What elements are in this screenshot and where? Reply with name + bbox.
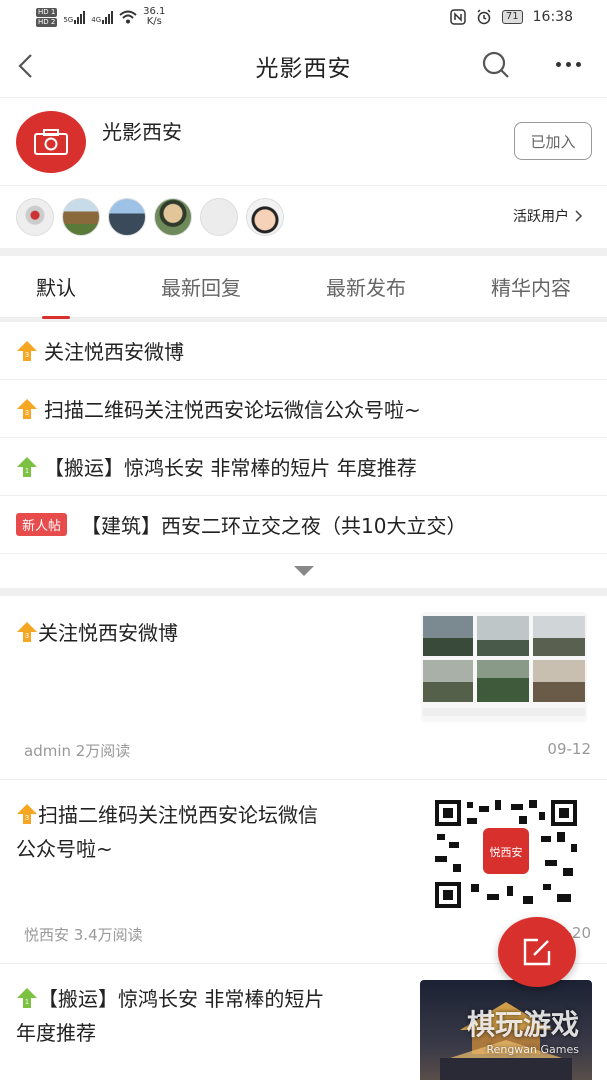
feed-title-line2: 年度推荐 xyxy=(16,1021,96,1045)
svg-text:悦西安: 悦西安 xyxy=(490,845,523,859)
avatar[interactable] xyxy=(246,198,284,236)
avatar[interactable] xyxy=(16,198,54,236)
pinned-title: 【建筑】西安二环立交之夜（共10大立交） xyxy=(81,514,467,538)
active-users-row[interactable]: 活跃用户 xyxy=(0,186,607,248)
sig1-label: 5G xyxy=(63,15,74,24)
watermark-main: 棋玩游戏 xyxy=(466,1008,579,1041)
feed-date: 09-12 xyxy=(547,740,591,758)
pinned-item[interactable]: 1 【搬运】惊鸿长安 非常棒的短片 年度推荐 xyxy=(0,438,607,496)
feed-title: 3 关注悦西安微博 xyxy=(16,616,406,650)
top-pin-icon: 3 xyxy=(17,340,37,361)
avatar[interactable] xyxy=(154,198,192,236)
camera-icon xyxy=(34,128,68,155)
avatar[interactable] xyxy=(108,198,146,236)
divider xyxy=(0,588,607,596)
group-name: 光影西安 xyxy=(102,120,182,144)
speed-unit: K/s xyxy=(146,16,162,27)
watermark-sub: Rengwan Games xyxy=(486,1043,579,1056)
feed-title-line1: 【搬运】惊鸿长安 非常棒的短片 xyxy=(38,987,325,1011)
feed-item[interactable]: 3 关注悦西安微博 admin 2万阅读 09-12 xyxy=(0,596,607,780)
svg-text:3: 3 xyxy=(25,410,29,417)
thumbnail-image[interactable] xyxy=(421,612,587,722)
feed-meta: admin 2万阅读 xyxy=(24,742,131,760)
sig2-label: 4G xyxy=(91,15,102,24)
watermark: 棋玩游戏 Rengwan Games xyxy=(467,1003,579,1056)
wifi-icon xyxy=(119,10,137,24)
hd1-label: HD 1 xyxy=(36,7,58,17)
qr-code-image[interactable]: 悦西安 xyxy=(431,798,581,910)
feed-title: 3 扫描二维码关注悦西安论坛微信 公众号啦~ xyxy=(16,798,406,866)
pinned-list: 3 关注悦西安微博 3 扫描二维码关注悦西安论坛微信公众号啦~ 1 【搬运】惊鸿… xyxy=(0,322,607,588)
pinned-item[interactable]: 3 关注悦西安微博 xyxy=(0,322,607,380)
pinned-title: 【搬运】惊鸿长安 非常棒的短片 年度推荐 xyxy=(44,456,417,480)
tab-bar: 默认 最新回复 最新发布 精华内容 xyxy=(0,256,607,319)
network-speed: 36.1 K/s xyxy=(143,7,165,27)
tab-default[interactable]: 默认 xyxy=(36,272,76,319)
group-info: 光影西安 已加入 xyxy=(0,98,607,186)
hd2-label: HD 2 xyxy=(36,17,58,27)
svg-text:3: 3 xyxy=(25,633,29,640)
new-post-badge: 新人帖 xyxy=(16,513,68,536)
feed-title: 1 【搬运】惊鸿长安 非常棒的短片 年度推荐 xyxy=(16,982,406,1050)
avatar[interactable] xyxy=(200,198,238,236)
top-pin-icon: 1 xyxy=(17,988,37,1008)
chevron-down-icon xyxy=(293,566,314,576)
joined-button[interactable]: 已加入 xyxy=(514,122,592,160)
battery-icon: 71 xyxy=(501,10,523,24)
tab-latest-reply[interactable]: 最新回复 xyxy=(161,272,241,301)
search-icon[interactable] xyxy=(481,50,511,80)
more-options-icon[interactable] xyxy=(556,62,581,67)
top-pin-icon: 3 xyxy=(17,804,37,824)
edit-icon xyxy=(523,938,551,966)
signal-5g-icon: 5G xyxy=(63,10,86,24)
top-pin-icon: 1 xyxy=(17,456,37,477)
pinned-title: 关注悦西安微博 xyxy=(44,340,184,364)
svg-text:3: 3 xyxy=(25,815,29,822)
pinned-item[interactable]: 3 扫描二维码关注悦西安论坛微信公众号啦~ xyxy=(0,380,607,438)
top-nav-bar: 光影西安 xyxy=(0,34,607,98)
signal-4g-icon: 4G xyxy=(91,10,114,24)
qr-code-icon: 悦西安 xyxy=(435,800,577,908)
feed-title-line2: 公众号啦~ xyxy=(16,837,113,861)
clock: 16:38 xyxy=(532,9,573,25)
divider xyxy=(0,248,607,256)
compose-post-button[interactable] xyxy=(498,917,576,987)
expand-pinned-button[interactable] xyxy=(0,554,607,588)
back-arrow-icon[interactable] xyxy=(14,52,38,80)
group-avatar[interactable] xyxy=(16,110,86,173)
pinned-title: 扫描二维码关注悦西安论坛微信公众号啦~ xyxy=(44,398,421,422)
feed-title-line1: 扫描二维码关注悦西安论坛微信 xyxy=(38,803,318,827)
avatar[interactable] xyxy=(62,198,100,236)
photo-grid-icon xyxy=(423,616,585,716)
status-bar: HD 1 HD 2 5G 4G 36.1 K/s 71 16:38 xyxy=(0,0,607,34)
top-pin-icon: 3 xyxy=(17,622,37,642)
tab-featured[interactable]: 精华内容 xyxy=(491,272,571,301)
chevron-right-icon xyxy=(575,210,583,222)
feed-meta: 悦西安 3.4万阅读 xyxy=(24,926,143,944)
active-users-link[interactable]: 活跃用户 xyxy=(513,206,583,226)
top-pin-icon: 3 xyxy=(17,398,37,419)
feed-title-text: 关注悦西安微博 xyxy=(38,621,178,645)
tab-latest-post[interactable]: 最新发布 xyxy=(326,272,406,301)
svg-text:3: 3 xyxy=(25,352,29,359)
alarm-icon xyxy=(477,9,491,25)
hd-indicator: HD 1 HD 2 xyxy=(36,7,58,27)
active-users-label: 活跃用户 xyxy=(513,209,569,225)
svg-text:1: 1 xyxy=(25,999,29,1006)
svg-text:1: 1 xyxy=(25,468,29,475)
page-title: 光影西安 xyxy=(255,55,352,82)
nfc-icon xyxy=(450,9,466,25)
pinned-item[interactable]: 新人帖 【建筑】西安二环立交之夜（共10大立交） xyxy=(0,496,607,554)
